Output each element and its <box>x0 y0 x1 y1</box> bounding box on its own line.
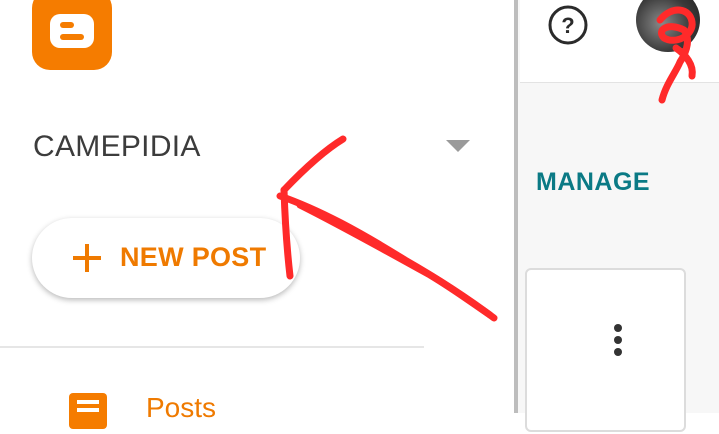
navigation-drawer: CAMEPIDIA NEW POST Posts <box>0 0 518 429</box>
manage-link[interactable]: MANAGE <box>536 168 650 197</box>
drawer-divider <box>0 346 424 348</box>
plus-icon <box>72 243 102 273</box>
more-vert-icon[interactable] <box>603 322 633 362</box>
help-icon-glyph: ? <box>561 13 574 38</box>
dropdown-arrow-icon[interactable] <box>444 137 472 155</box>
new-post-button[interactable]: NEW POST <box>32 218 300 298</box>
nav-item-posts[interactable]: Posts <box>146 392 216 424</box>
blog-selector[interactable]: CAMEPIDIA <box>33 130 201 164</box>
new-post-label: NEW POST <box>120 242 267 272</box>
posts-icon <box>69 393 107 429</box>
help-icon[interactable]: ? <box>546 3 590 47</box>
blogger-logo-icon <box>32 0 112 70</box>
